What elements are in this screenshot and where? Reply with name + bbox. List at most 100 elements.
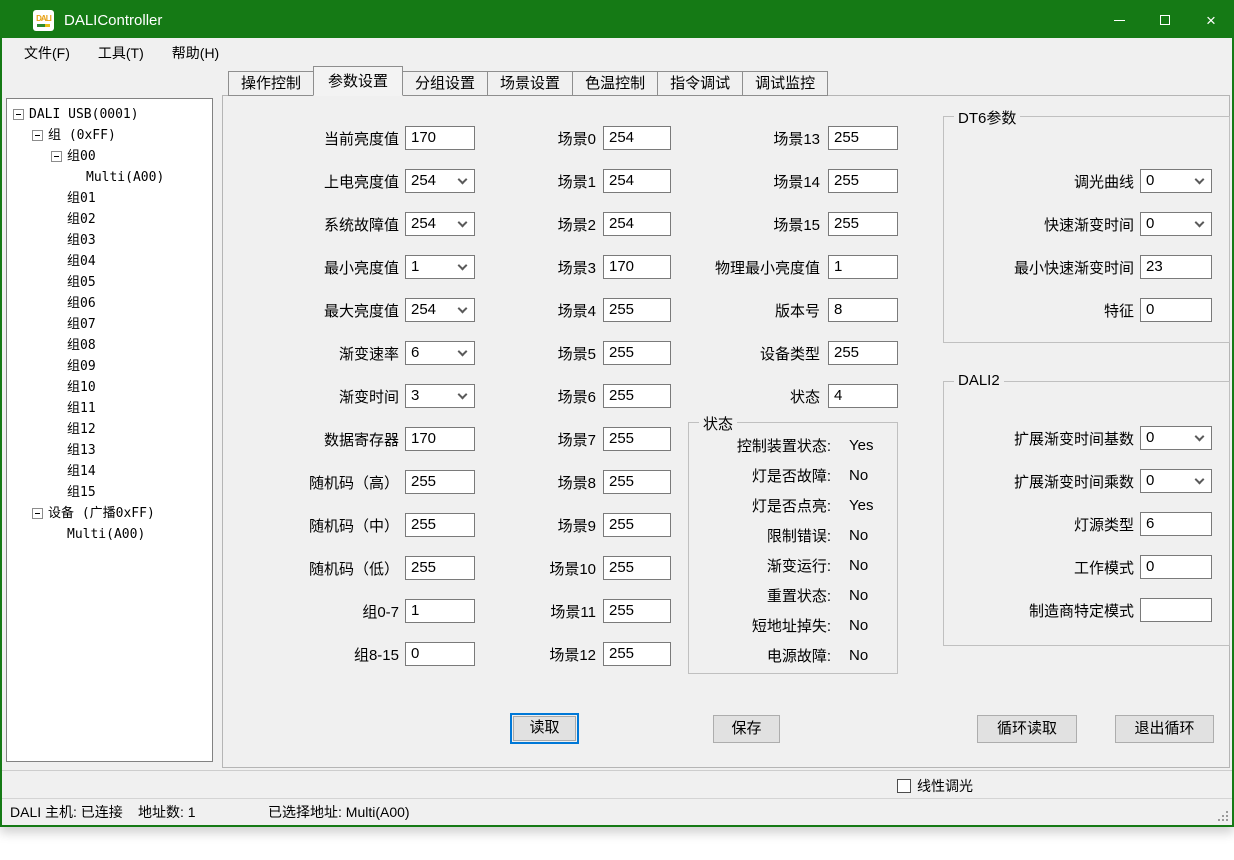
tree-item[interactable]: DALI USB(0001) [7, 104, 212, 125]
field-control[interactable]: 255 [603, 384, 671, 408]
tree-item[interactable]: 组09 [7, 356, 212, 377]
field-control[interactable]: 0 [1140, 555, 1212, 579]
field-control[interactable]: 255 [828, 169, 898, 193]
field-control[interactable]: 4 [828, 384, 898, 408]
field-control[interactable]: 255 [603, 599, 671, 623]
tree-item[interactable]: 组11 [7, 398, 212, 419]
tree-expander-icon[interactable] [32, 508, 43, 519]
field-control[interactable]: 255 [405, 513, 475, 537]
field-row: 扩展渐变时间基数 0 [944, 426, 1229, 450]
field-control[interactable]: 255 [405, 470, 475, 494]
exit-loop-button[interactable]: 退出循环 [1115, 715, 1214, 743]
field-value: 1 [406, 600, 474, 622]
maximize-button[interactable] [1142, 0, 1188, 40]
tab[interactable]: 分组设置 [402, 71, 488, 96]
field-value: 255 [604, 299, 670, 321]
field-control[interactable]: 255 [603, 642, 671, 666]
field-value: 255 [829, 213, 897, 235]
field-row: 渐变速率 6 [281, 341, 475, 365]
field-value: 254 [604, 213, 670, 235]
tree-item[interactable]: 组04 [7, 251, 212, 272]
field-control[interactable] [1140, 598, 1212, 622]
save-button[interactable]: 保存 [713, 715, 780, 743]
field-control[interactable]: 254 [405, 298, 475, 322]
field-control[interactable]: 254 [603, 212, 671, 236]
field-control[interactable]: 255 [603, 556, 671, 580]
tab[interactable]: 操作控制 [228, 71, 314, 96]
status-row: 重置状态: No [689, 586, 897, 604]
tree-item[interactable]: 组01 [7, 188, 212, 209]
tab[interactable]: 参数设置 [313, 66, 403, 96]
tree-item[interactable]: 组10 [7, 377, 212, 398]
tree-expander-icon[interactable] [13, 109, 24, 120]
tab[interactable]: 指令调试 [657, 71, 743, 96]
tree-item[interactable]: 组00 [7, 146, 212, 167]
tree-item[interactable]: 组14 [7, 461, 212, 482]
menu-item[interactable]: 文件(F) [10, 38, 84, 68]
tree-item-label: 设备 (广播0xFF) [48, 503, 155, 524]
field-control[interactable]: 170 [405, 126, 475, 150]
tree-item[interactable]: 组08 [7, 335, 212, 356]
field-control[interactable]: 255 [603, 341, 671, 365]
field-control[interactable]: 0 [1140, 298, 1212, 322]
field-control[interactable]: 254 [405, 169, 475, 193]
field-control[interactable]: 255 [603, 427, 671, 451]
field-control[interactable]: 0 [1140, 169, 1212, 193]
field-label: 随机码（中） [281, 515, 399, 536]
field-control[interactable]: 170 [603, 255, 671, 279]
menu-item[interactable]: 帮助(H) [158, 38, 233, 68]
field-control[interactable]: 255 [828, 212, 898, 236]
close-button[interactable]: × [1188, 0, 1234, 40]
field-control[interactable]: 0 [1140, 212, 1212, 236]
tree-item[interactable]: 组07 [7, 314, 212, 335]
field-control[interactable]: 8 [828, 298, 898, 322]
tree-item[interactable]: 组15 [7, 482, 212, 503]
field-control[interactable]: 0 [405, 642, 475, 666]
loop-read-button[interactable]: 循环读取 [977, 715, 1077, 743]
menu-item[interactable]: 工具(T) [84, 38, 158, 68]
linear-dimming-checkbox[interactable]: 线性调光 [897, 776, 973, 796]
tree-item[interactable]: 组03 [7, 230, 212, 251]
field-control[interactable]: 255 [603, 298, 671, 322]
tree-item[interactable]: 组12 [7, 419, 212, 440]
field-control[interactable]: 254 [603, 169, 671, 193]
field-control[interactable]: 3 [405, 384, 475, 408]
tree-item[interactable]: 组13 [7, 440, 212, 461]
tree-item[interactable]: 组02 [7, 209, 212, 230]
minimize-button[interactable] [1096, 0, 1142, 40]
field-control[interactable]: 254 [603, 126, 671, 150]
field-control[interactable]: 170 [405, 427, 475, 451]
read-button[interactable]: 读取 [510, 713, 579, 744]
tree-expander-icon[interactable] [32, 130, 43, 141]
field-control[interactable]: 255 [603, 470, 671, 494]
field-value: 0 [406, 643, 474, 665]
field-control[interactable]: 255 [828, 341, 898, 365]
field-control[interactable]: 255 [405, 556, 475, 580]
field-row: 场景8 255 [520, 470, 671, 494]
field-control[interactable]: 1 [828, 255, 898, 279]
field-control[interactable]: 0 [1140, 426, 1212, 450]
tree-item[interactable]: 组06 [7, 293, 212, 314]
field-control[interactable]: 23 [1140, 255, 1212, 279]
resize-grip[interactable] [1226, 819, 1228, 821]
field-control[interactable]: 1 [405, 255, 475, 279]
tree-expander-icon[interactable] [51, 151, 62, 162]
tree-item[interactable]: 设备 (广播0xFF) [7, 503, 212, 524]
tree-item-label: 组14 [67, 461, 96, 482]
tree-item[interactable]: 组 (0xFF) [7, 125, 212, 146]
field-control[interactable]: 1 [405, 599, 475, 623]
tab[interactable]: 调试监控 [742, 71, 828, 96]
field-control[interactable]: 254 [405, 212, 475, 236]
field-row: 场景14 255 [686, 169, 898, 193]
field-control[interactable]: 0 [1140, 469, 1212, 493]
field-control[interactable]: 6 [1140, 512, 1212, 536]
tab[interactable]: 色温控制 [572, 71, 658, 96]
tree-item[interactable]: Multi(A00) [7, 167, 212, 188]
tree-item[interactable]: Multi(A00) [7, 524, 212, 545]
field-control[interactable]: 255 [828, 126, 898, 150]
tab[interactable]: 场景设置 [487, 71, 573, 96]
field-control[interactable]: 255 [603, 513, 671, 537]
tree-item[interactable]: 组05 [7, 272, 212, 293]
field-control[interactable]: 6 [405, 341, 475, 365]
field-label: 场景5 [520, 343, 596, 364]
